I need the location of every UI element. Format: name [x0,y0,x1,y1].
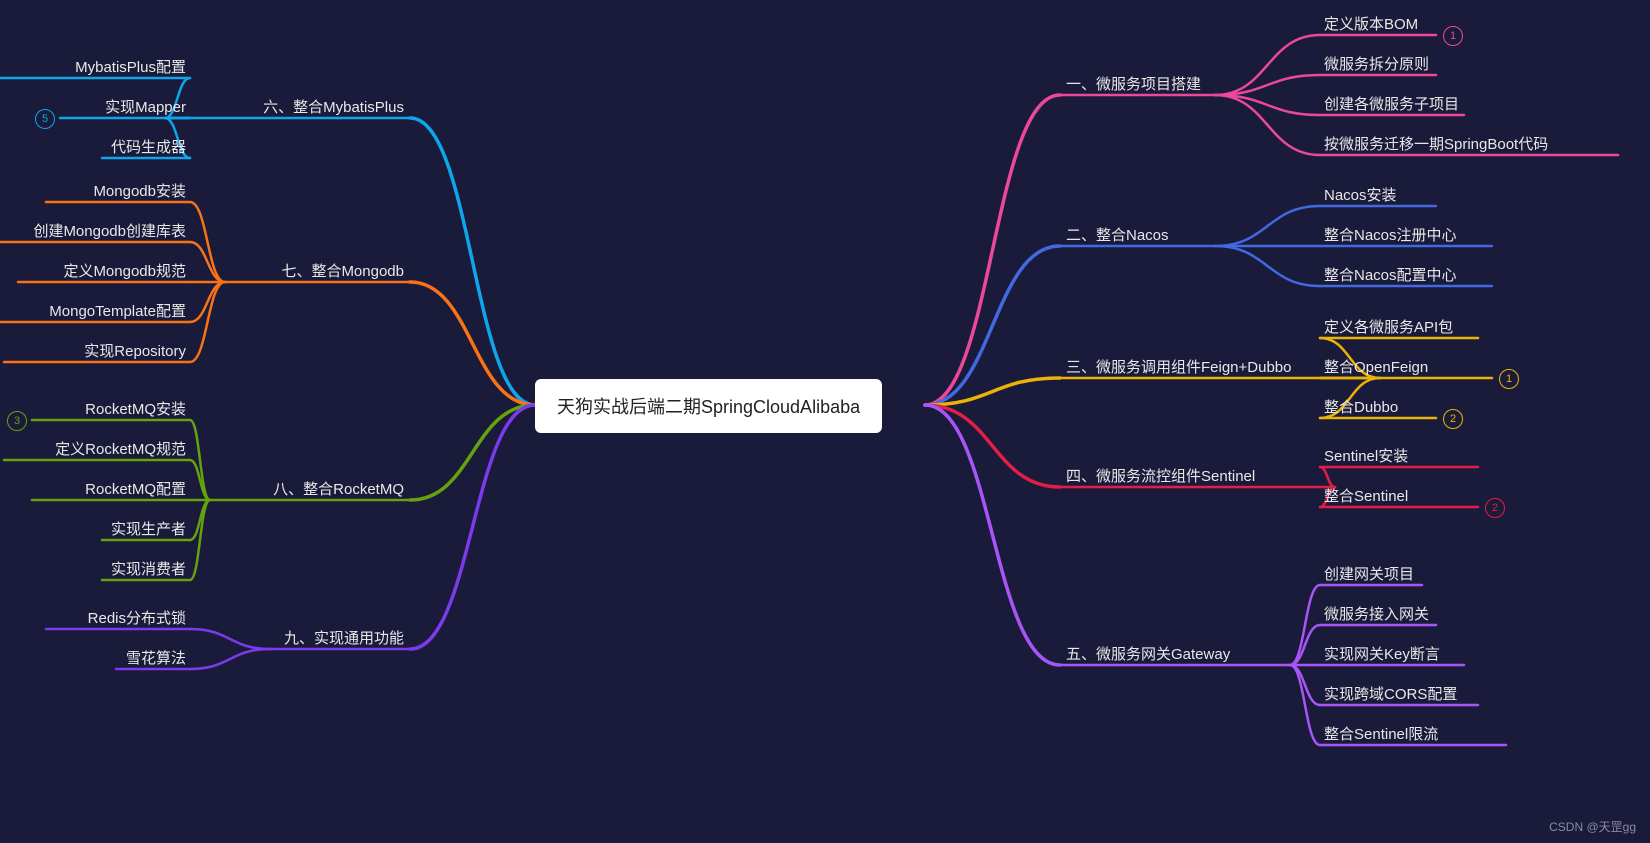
leaf-l-1-2[interactable]: 定义Mongodb规范 [63,260,186,281]
leaf-r-0-3[interactable]: 按微服务迁移一期SpringBoot代码 [1324,133,1548,154]
branch-l-2[interactable]: 八、整合RocketMQ [273,478,404,499]
leaf-r-4-1[interactable]: 微服务接入网关 [1324,603,1429,624]
leaf-l-3-0[interactable]: Redis分布式锁 [88,607,186,628]
leaf-l-0-1[interactable]: 实现Mapper [105,96,186,117]
leaf-l-0-2[interactable]: 代码生成器 [111,136,186,157]
leaf-r-4-0[interactable]: 创建网关项目 [1324,563,1414,584]
badge-5: 5 [35,109,55,129]
leaf-r-1-0[interactable]: Nacos安装 [1324,184,1397,205]
leaf-r-1-1[interactable]: 整合Nacos注册中心 [1324,224,1457,245]
leaf-r-2-2[interactable]: 整合Dubbo [1324,396,1398,417]
badge-1: 1 [1499,369,1519,389]
branch-r-2[interactable]: 三、微服务调用组件Feign+Dubbo [1066,356,1291,377]
leaf-r-3-1[interactable]: 整合Sentinel [1324,485,1408,506]
branch-r-0[interactable]: 一、微服务项目搭建 [1066,73,1201,94]
branch-r-4[interactable]: 五、微服务网关Gateway [1066,643,1230,664]
leaf-l-1-4[interactable]: 实现Repository [84,340,186,361]
leaf-l-2-3[interactable]: 实现生产者 [111,518,186,539]
leaf-l-0-0[interactable]: MybatisPlus配置 [75,56,186,77]
leaf-l-2-1[interactable]: 定义RocketMQ规范 [55,438,186,459]
badge-2: 2 [1485,498,1505,518]
leaf-r-3-0[interactable]: Sentinel安装 [1324,445,1408,466]
leaf-l-1-1[interactable]: 创建Mongodb创建库表 [33,220,186,241]
leaf-l-1-0[interactable]: Mongodb安装 [93,180,186,201]
leaf-l-2-0[interactable]: RocketMQ安装 [85,398,186,419]
branch-l-1[interactable]: 七、整合Mongodb [281,260,404,281]
leaf-r-0-0[interactable]: 定义版本BOM [1324,13,1418,34]
leaf-l-3-1[interactable]: 雪花算法 [126,647,186,668]
branch-l-0[interactable]: 六、整合MybatisPlus [263,96,404,117]
leaf-r-0-2[interactable]: 创建各微服务子项目 [1324,93,1459,114]
branch-r-3[interactable]: 四、微服务流控组件Sentinel [1066,465,1255,486]
leaf-r-4-4[interactable]: 整合Sentinel限流 [1324,723,1438,744]
badge-2: 2 [1443,409,1463,429]
center-node[interactable]: 天狗实战后端二期SpringCloudAlibaba [535,379,882,433]
leaf-r-1-2[interactable]: 整合Nacos配置中心 [1324,264,1457,285]
leaf-r-4-3[interactable]: 实现跨域CORS配置 [1324,683,1457,704]
leaf-r-0-1[interactable]: 微服务拆分原则 [1324,53,1429,74]
leaf-l-1-3[interactable]: MongoTemplate配置 [49,300,186,321]
branch-r-1[interactable]: 二、整合Nacos [1066,224,1169,245]
badge-3: 3 [7,411,27,431]
leaf-l-2-2[interactable]: RocketMQ配置 [85,478,186,499]
watermark: CSDN @天罡gg [1549,818,1636,835]
badge-1: 1 [1443,26,1463,46]
leaf-r-2-1[interactable]: 整合OpenFeign [1324,356,1428,377]
leaf-l-2-4[interactable]: 实现消费者 [111,558,186,579]
leaf-r-4-2[interactable]: 实现网关Key断言 [1324,643,1440,664]
leaf-r-2-0[interactable]: 定义各微服务API包 [1324,316,1453,337]
branch-l-3[interactable]: 九、实现通用功能 [284,627,404,648]
